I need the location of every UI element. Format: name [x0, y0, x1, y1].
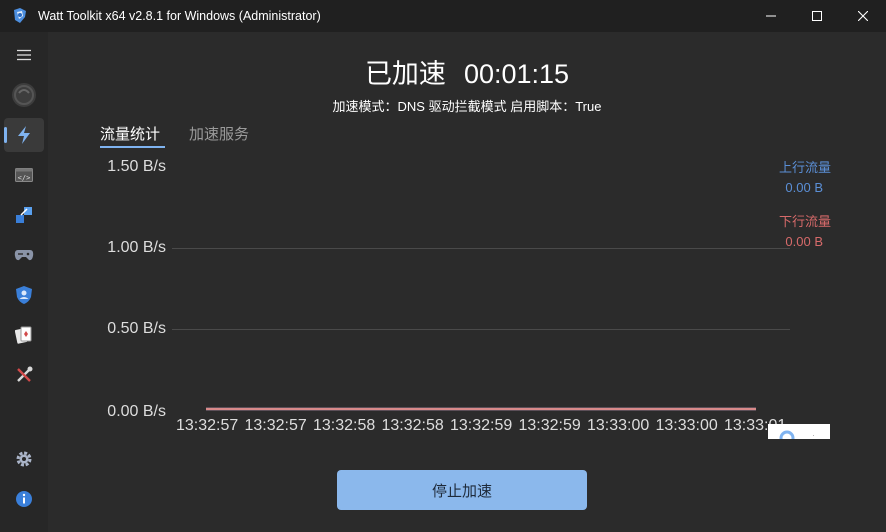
x-tick-label: 13:32:57 — [244, 417, 307, 434]
minimize-button[interactable] — [748, 0, 794, 32]
avatar-icon — [12, 83, 36, 107]
legend-upload-label: 上行流量 — [778, 160, 831, 175]
sidebar: </> — [0, 32, 48, 532]
tab-acceleration-services[interactable]: 加速服务 — [189, 123, 249, 144]
hamburger-icon — [17, 49, 31, 61]
x-tick-label: 13:32:58 — [381, 417, 444, 434]
info-icon — [16, 491, 32, 507]
status-state: 已加速 — [364, 59, 446, 89]
acceleration-status: 已加速 00:01:15 — [48, 52, 886, 91]
code-window-icon: </> — [15, 168, 33, 182]
floating-widget-icon: · — [779, 430, 815, 439]
lightning-icon — [18, 126, 30, 144]
x-tick-label: 13:32:57 — [176, 417, 239, 434]
sidebar-item-about[interactable] — [4, 482, 44, 516]
window-title: Watt Toolkit x64 v2.8.1 for Windows (Adm… — [38, 9, 321, 23]
y-tick-label: 1.50 B/s — [107, 158, 166, 175]
maximize-icon — [812, 11, 822, 21]
sidebar-item-security[interactable] — [4, 278, 44, 312]
floating-widget[interactable]: · — [768, 424, 830, 439]
stop-acceleration-button[interactable]: 停止加速 — [337, 470, 587, 510]
sidebar-item-accelerate[interactable] — [4, 118, 44, 152]
arrows-icon — [16, 207, 32, 223]
gear-icon — [16, 451, 32, 467]
status-timer: 00:01:15 — [463, 59, 570, 89]
grid-line — [172, 329, 790, 330]
x-tick-label: 13:32:59 — [518, 417, 581, 434]
close-button[interactable] — [840, 0, 886, 32]
svg-text:</>: </> — [18, 174, 31, 182]
title-bar: Watt Toolkit x64 v2.8.1 for Windows (Adm… — [0, 0, 886, 32]
x-tick-label: 13:33:00 — [655, 417, 718, 434]
grid-line — [172, 248, 790, 249]
maximize-button[interactable] — [794, 0, 840, 32]
sidebar-item-game[interactable] — [4, 238, 44, 272]
sidebar-menu-toggle[interactable] — [4, 38, 44, 72]
y-tick-label: 1.00 B/s — [107, 239, 166, 256]
x-tick-label: 13:33:00 — [587, 417, 650, 434]
main-panel: 已加速 00:01:15 加速模式：DNS 驱动拦截模式 启用脚本：True 流量… — [48, 32, 886, 532]
active-indicator — [4, 127, 7, 143]
y-tick-label: 0.00 B/s — [107, 403, 166, 420]
y-tick-label: 0.50 B/s — [107, 320, 166, 337]
legend-download-value: 0.00 B — [785, 234, 823, 249]
legend-download-label: 下行流量 — [778, 214, 831, 229]
app-logo-icon — [14, 8, 26, 23]
svg-text:·: · — [812, 430, 815, 439]
tab-traffic-stats[interactable]: 流量统计 — [100, 123, 160, 144]
sidebar-item-tools[interactable] — [4, 358, 44, 392]
legend-upload-value: 0.00 B — [785, 180, 823, 195]
sidebar-item-transfer[interactable] — [4, 198, 44, 232]
sidebar-item-avatar[interactable] — [4, 78, 44, 112]
minimize-icon — [766, 15, 776, 17]
acceleration-mode-info: 加速模式：DNS 驱动拦截模式 启用脚本：True — [332, 99, 602, 114]
shield-user-icon — [16, 286, 32, 304]
x-tick-label: 13:32:59 — [450, 417, 513, 434]
sidebar-item-script[interactable]: </> — [4, 158, 44, 192]
sidebar-item-settings[interactable] — [4, 442, 44, 476]
close-icon — [858, 11, 868, 21]
active-tab-indicator — [100, 146, 165, 148]
gamepad-icon — [14, 250, 34, 261]
x-tick-label: 13:32:58 — [313, 417, 376, 434]
sidebar-item-cards[interactable] — [4, 318, 44, 352]
tools-icon — [17, 366, 33, 382]
cards-icon — [15, 326, 32, 344]
